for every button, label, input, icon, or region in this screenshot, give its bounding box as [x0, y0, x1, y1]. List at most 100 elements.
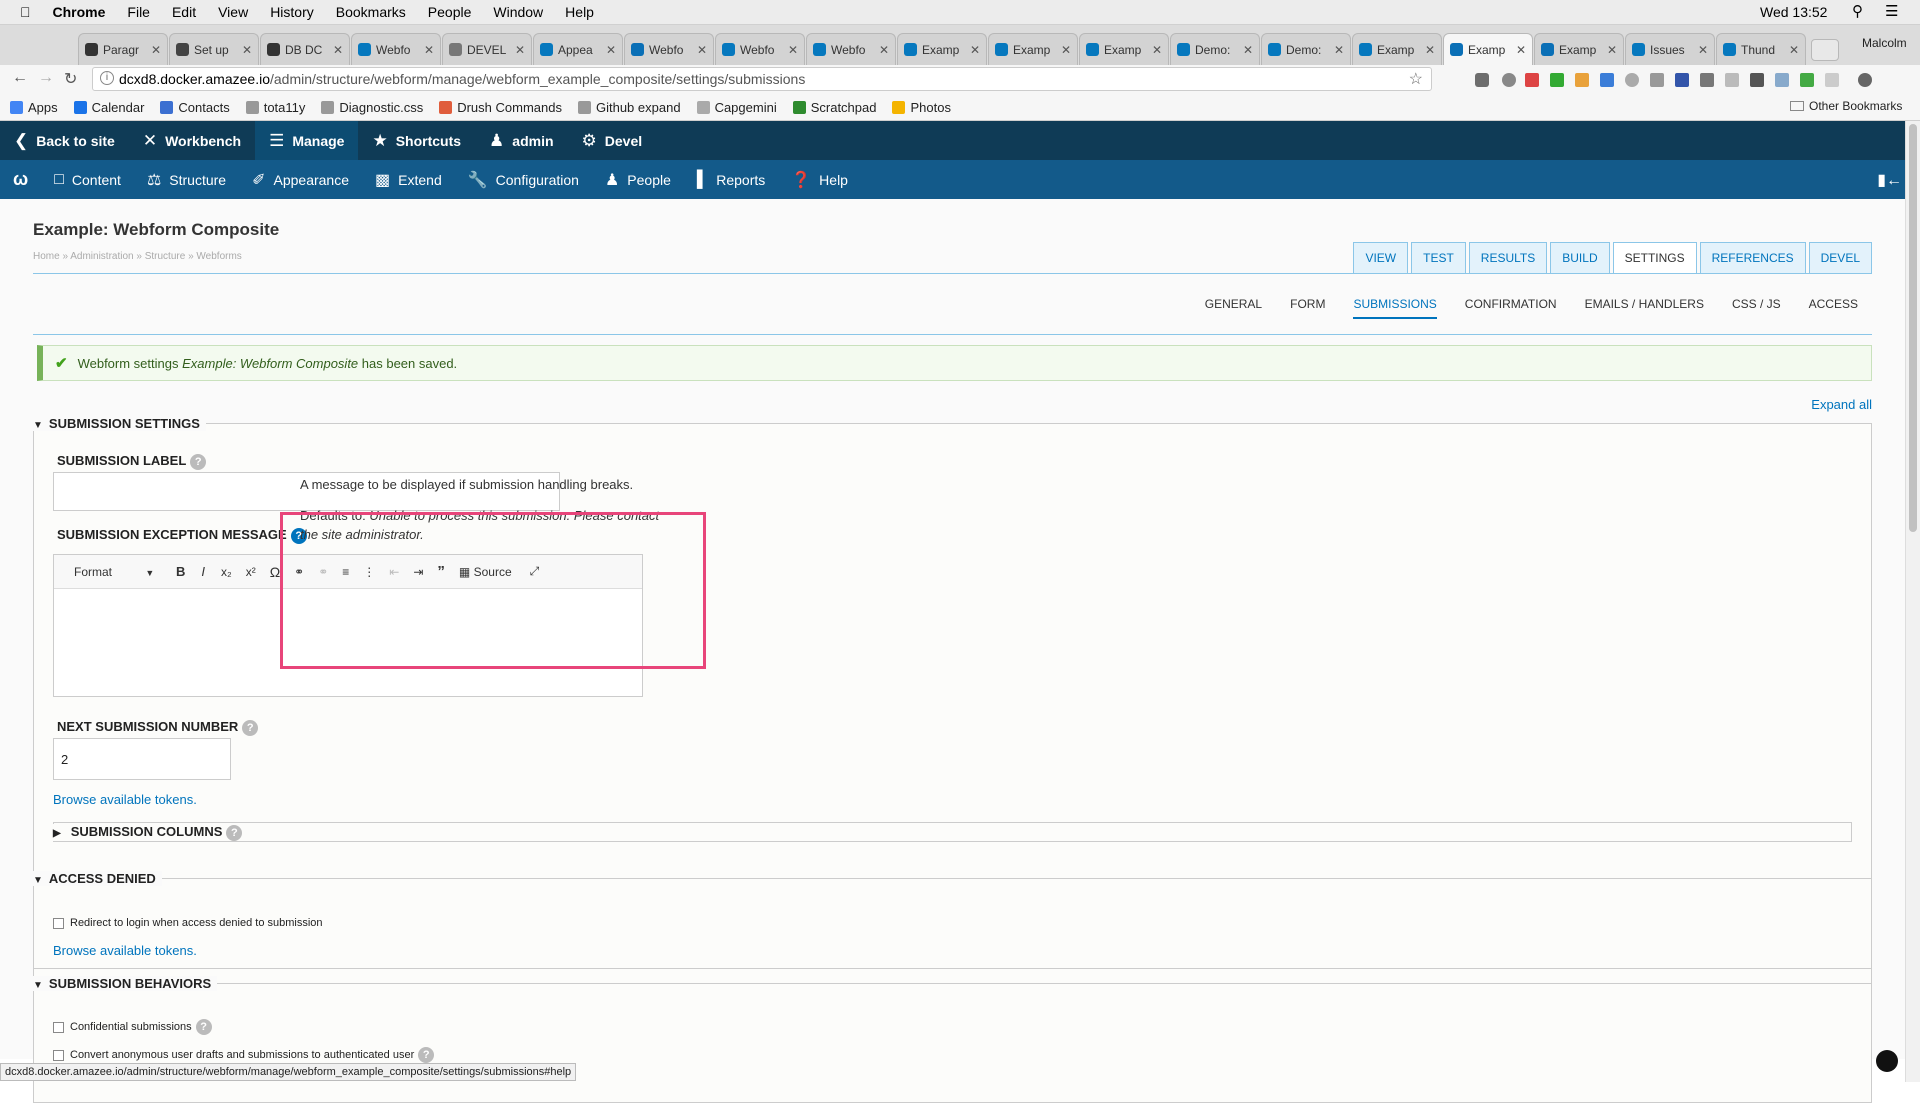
tab-close-icon[interactable]: ✕	[1152, 43, 1162, 57]
subtab-access[interactable]: ACCESS	[1809, 297, 1858, 319]
back-icon[interactable]: ←	[12, 69, 28, 87]
forward-icon[interactable]: →	[38, 69, 54, 87]
confidential-checkbox[interactable]	[53, 1021, 64, 1033]
submission-columns-details[interactable]	[53, 822, 1852, 842]
tab-results[interactable]: RESULTS	[1468, 242, 1548, 273]
bookmark-item[interactable]: Calendar	[73, 100, 144, 115]
subtab-emails-handlers[interactable]: EMAILS / HANDLERS	[1585, 297, 1704, 319]
info-icon[interactable]: i	[100, 71, 114, 85]
browser-tab[interactable]: Demo: ✕	[1261, 33, 1351, 65]
user-link[interactable]: ♟ admin	[475, 121, 567, 160]
tab-close-icon[interactable]: ✕	[788, 43, 798, 57]
menu-help[interactable]: Help	[565, 4, 594, 20]
access-denied-legend[interactable]: ▼ ACCESS DENIED	[33, 871, 162, 886]
list-icon[interactable]: ☰	[1885, 2, 1898, 20]
menu-window[interactable]: Window	[493, 4, 543, 20]
chat-bubble-icon[interactable]	[1876, 1050, 1898, 1072]
browse-tokens-link-2[interactable]: Browse available tokens.	[53, 943, 197, 958]
menu-bookmarks[interactable]: Bookmarks	[336, 4, 406, 20]
bookmark-item[interactable]: Drush Commands	[439, 100, 562, 115]
confidential-row[interactable]: Confidential submissions?	[53, 1019, 212, 1035]
subtab-confirmation[interactable]: CONFIRMATION	[1465, 297, 1557, 319]
help-icon[interactable]: ?	[226, 825, 243, 841]
tab-close-icon[interactable]: ✕	[424, 43, 434, 57]
tab-close-icon[interactable]: ✕	[606, 43, 616, 57]
bookmark-item[interactable]: Scratchpad	[792, 100, 876, 115]
subtab-submissions[interactable]: SUBMISSIONS	[1353, 297, 1437, 319]
tab-close-icon[interactable]: ✕	[1516, 43, 1526, 57]
reload-icon[interactable]: ↻	[64, 69, 77, 89]
subtab-css-js[interactable]: CSS / JS	[1732, 297, 1781, 319]
superscript-icon[interactable]: x²	[246, 565, 256, 579]
bookmark-item[interactable]: Capgemini	[696, 100, 777, 115]
bookmark-item[interactable]: Diagnostic.css	[321, 100, 423, 115]
site-logo-icon[interactable]: ω	[0, 160, 41, 199]
tab-close-icon[interactable]: ✕	[697, 43, 707, 57]
redirect-checkbox[interactable]	[53, 917, 64, 929]
browser-tab[interactable]: Thund ✕	[1716, 33, 1806, 65]
tab-close-icon[interactable]: ✕	[1789, 43, 1799, 57]
menu-people[interactable]: ♟ People	[592, 160, 684, 199]
bookmark-item[interactable]: Photos	[892, 100, 951, 115]
new-tab-button[interactable]	[1811, 39, 1839, 61]
menu-configuration[interactable]: 🔧 Configuration	[455, 160, 592, 199]
submission-columns-summary[interactable]: ▶ SUBMISSION COLUMNS?	[53, 824, 243, 841]
tab-view[interactable]: VIEW	[1353, 242, 1409, 273]
tab-close-icon[interactable]: ✕	[970, 43, 980, 57]
redirect-checkbox-row[interactable]: Redirect to login when access denied to …	[53, 917, 323, 929]
manage-link[interactable]: ☰ Manage	[255, 121, 359, 160]
devel-link[interactable]: ⚙ Devel	[568, 121, 657, 160]
tab-close-icon[interactable]: ✕	[242, 43, 252, 57]
tab-references[interactable]: REFERENCES	[1699, 242, 1806, 273]
browser-tab[interactable]: Issues ✕	[1625, 33, 1715, 65]
bookmark-item[interactable]: tota11y	[245, 100, 305, 115]
omega-icon[interactable]: Ω	[270, 564, 280, 580]
tab-close-icon[interactable]: ✕	[1425, 43, 1435, 57]
help-icon[interactable]: ?	[190, 454, 207, 470]
menu-extend[interactable]: ▩ Extend	[362, 160, 455, 199]
tab-settings[interactable]: SETTINGS	[1612, 242, 1697, 273]
browser-tab[interactable]: Appea ✕	[533, 33, 623, 65]
tab-build[interactable]: BUILD	[1550, 242, 1610, 273]
apple-menu-icon[interactable]: 	[20, 4, 31, 20]
browser-tab[interactable]: Webfo ✕	[715, 33, 805, 65]
search-icon[interactable]: ⚲	[1852, 2, 1863, 20]
scrollbar-thumb[interactable]	[1909, 124, 1917, 532]
browser-tab[interactable]: Webfo ✕	[806, 33, 896, 65]
other-bookmarks[interactable]: Other Bookmarks	[1790, 99, 1902, 113]
next-number-input[interactable]: 2	[53, 738, 231, 780]
shortcuts-link[interactable]: ★ Shortcuts	[358, 121, 475, 160]
menu-reports[interactable]: ▌ Reports	[684, 160, 778, 199]
browser-tab[interactable]: Webfo ✕	[624, 33, 714, 65]
menu-content[interactable]: □ Content	[41, 160, 134, 199]
convert-checkbox[interactable]	[53, 1049, 64, 1061]
expand-all-link[interactable]: Expand all	[1811, 397, 1872, 412]
behaviors-legend[interactable]: ▼ SUBMISSION BEHAVIORS	[33, 976, 218, 991]
star-icon[interactable]: ☆	[1409, 69, 1423, 89]
subtab-general[interactable]: GENERAL	[1205, 297, 1262, 319]
italic-icon[interactable]: I	[201, 564, 205, 579]
tab-close-icon[interactable]: ✕	[151, 43, 161, 57]
convert-row[interactable]: Convert anonymous user drafts and submis…	[53, 1047, 435, 1063]
back-to-site-link[interactable]: ❮ Back to site	[0, 121, 129, 160]
menu-help[interactable]: ❓ Help	[778, 160, 861, 199]
browser-tab[interactable]: Examp ✕	[1079, 33, 1169, 65]
profile-name[interactable]: Malcolm	[1862, 36, 1907, 50]
collapse-toolbar-icon[interactable]: ▮←	[1877, 170, 1902, 190]
url-bar[interactable]: i dcxd8.docker.amazee.io/admin/structure…	[92, 67, 1432, 91]
browser-tab[interactable]: Examp ✕	[897, 33, 987, 65]
help-icon[interactable]: ?	[195, 1019, 212, 1035]
menu-history[interactable]: History	[270, 4, 314, 20]
browser-tab[interactable]: Examp ✕	[1534, 33, 1624, 65]
tab-close-icon[interactable]: ✕	[1607, 43, 1617, 57]
tab-devel[interactable]: DEVEL	[1808, 242, 1872, 273]
tab-close-icon[interactable]: ✕	[1334, 43, 1344, 57]
subscript-icon[interactable]: x₂	[221, 565, 232, 579]
tab-close-icon[interactable]: ✕	[515, 43, 525, 57]
bookmark-item[interactable]: Contacts	[160, 100, 230, 115]
browser-tab[interactable]: Examp ✕	[1443, 33, 1533, 65]
subtab-form[interactable]: FORM	[1290, 297, 1325, 319]
browser-tab[interactable]: DB DC ✕	[260, 33, 350, 65]
menu-appearance[interactable]: ✐ Appearance	[239, 160, 362, 199]
tab-close-icon[interactable]: ✕	[1061, 43, 1071, 57]
